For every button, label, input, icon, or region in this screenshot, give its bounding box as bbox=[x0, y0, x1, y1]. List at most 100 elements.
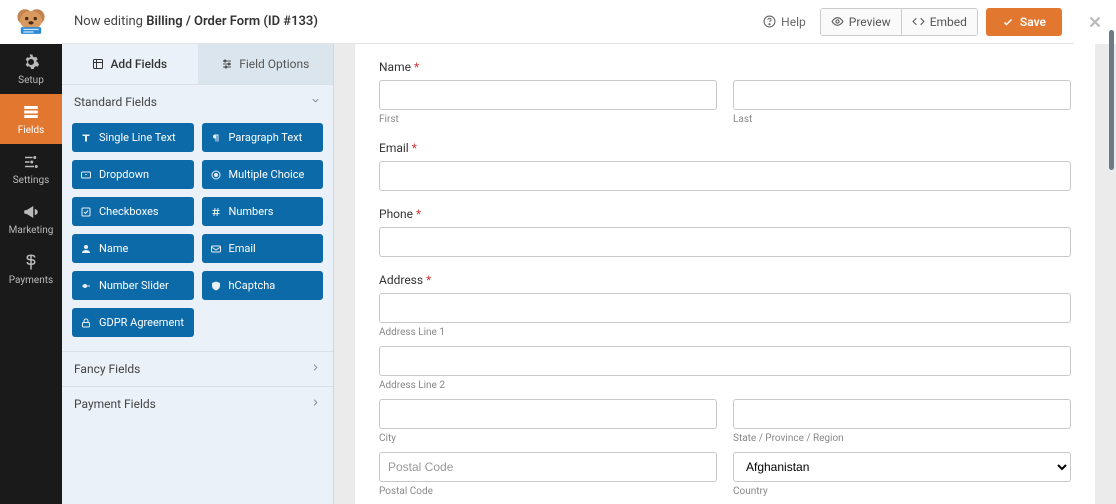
address-line2-input[interactable] bbox=[379, 346, 1071, 376]
preview-label: Preview bbox=[849, 15, 891, 29]
field-email[interactable]: Email bbox=[202, 234, 324, 263]
section-standard-fields[interactable]: Standard Fields bbox=[62, 84, 333, 119]
dollar-icon bbox=[22, 253, 40, 271]
main-area: Add Fields Field Options Standard Fields… bbox=[62, 44, 1116, 504]
help-link[interactable]: Help bbox=[757, 15, 812, 29]
dropdown-icon bbox=[80, 169, 92, 181]
city-input[interactable] bbox=[379, 399, 717, 429]
field-single-line-text[interactable]: Single Line Text bbox=[72, 123, 194, 152]
chevron-down-icon bbox=[310, 95, 321, 109]
close-button[interactable] bbox=[1086, 12, 1104, 36]
field-paragraph-text[interactable]: Paragraph Text bbox=[202, 123, 324, 152]
scrollbar-thumb[interactable] bbox=[1109, 30, 1114, 170]
page-title: Now editing Billing / Order Form (ID #13… bbox=[74, 14, 318, 29]
radio-icon bbox=[210, 169, 222, 181]
eye-icon bbox=[831, 15, 844, 28]
help-icon bbox=[763, 15, 776, 28]
nav-setup[interactable]: Setup bbox=[0, 44, 62, 94]
required-mark: * bbox=[416, 207, 421, 221]
nav-fields[interactable]: Fields bbox=[0, 94, 62, 144]
nav-settings[interactable]: Settings bbox=[0, 144, 62, 194]
field-multiple-choice[interactable]: Multiple Choice bbox=[202, 160, 324, 189]
field-name[interactable]: Name bbox=[72, 234, 194, 263]
email-input[interactable] bbox=[379, 161, 1071, 191]
section-fancy-fields[interactable]: Fancy Fields bbox=[62, 351, 333, 386]
address-label: Address * bbox=[379, 273, 1071, 287]
form-field-name[interactable]: Name * First Last bbox=[379, 60, 1071, 125]
left-nav: Setup Fields Settings Marketing Payments bbox=[0, 0, 62, 504]
lock-icon bbox=[80, 317, 92, 329]
form-field-email[interactable]: Email * bbox=[379, 141, 1071, 191]
paragraph-icon bbox=[210, 132, 222, 144]
name-label: Name * bbox=[379, 60, 1071, 74]
email-label: Email * bbox=[379, 141, 1071, 155]
postal-input[interactable] bbox=[379, 452, 717, 482]
add-fields-icon bbox=[92, 58, 104, 70]
text-icon bbox=[80, 132, 92, 144]
fields-panel: Add Fields Field Options Standard Fields… bbox=[62, 44, 334, 504]
required-mark: * bbox=[414, 60, 419, 74]
sliders-icon bbox=[22, 153, 40, 171]
close-icon bbox=[1086, 13, 1104, 31]
check-icon bbox=[1002, 16, 1014, 28]
field-dropdown[interactable]: Dropdown bbox=[72, 160, 194, 189]
city-sublabel: City bbox=[379, 433, 717, 444]
title-form-name: Billing / Order Form (ID #133) bbox=[146, 14, 318, 29]
chevron-right-icon bbox=[310, 397, 321, 411]
required-mark: * bbox=[426, 273, 431, 287]
addr2-sublabel: Address Line 2 bbox=[379, 380, 1071, 391]
nav-marketing-label: Marketing bbox=[9, 225, 54, 236]
save-label: Save bbox=[1020, 15, 1046, 29]
country-select[interactable]: Afghanistan bbox=[733, 452, 1071, 482]
first-sublabel: First bbox=[379, 114, 717, 125]
nav-setup-label: Setup bbox=[18, 75, 44, 86]
address-line1-input[interactable] bbox=[379, 293, 1071, 323]
nav-payments[interactable]: Payments bbox=[0, 244, 62, 294]
mail-icon bbox=[210, 243, 222, 255]
region-sublabel: State / Province / Region bbox=[733, 433, 1071, 444]
fields-icon bbox=[22, 103, 40, 121]
phone-input[interactable] bbox=[379, 227, 1071, 257]
top-bar: Now editing Billing / Order Form (ID #13… bbox=[62, 0, 1074, 44]
help-label: Help bbox=[781, 15, 806, 29]
form-field-phone[interactable]: Phone * bbox=[379, 207, 1071, 257]
nav-marketing[interactable]: Marketing bbox=[0, 194, 62, 244]
last-name-input[interactable] bbox=[733, 80, 1071, 110]
region-input[interactable] bbox=[733, 399, 1071, 429]
standard-fields-grid: Single Line Text Paragraph Text Dropdown… bbox=[62, 119, 333, 351]
nav-fields-label: Fields bbox=[18, 125, 45, 136]
shield-icon bbox=[210, 280, 222, 292]
phone-label: Phone * bbox=[379, 207, 1071, 221]
megaphone-icon bbox=[22, 203, 40, 221]
nav-payments-label: Payments bbox=[9, 275, 53, 286]
field-numbers[interactable]: Numbers bbox=[202, 197, 324, 226]
embed-icon bbox=[912, 15, 925, 28]
section-payment-label: Payment Fields bbox=[74, 397, 156, 411]
first-name-input[interactable] bbox=[379, 80, 717, 110]
postal-sublabel: Postal Code bbox=[379, 486, 717, 497]
field-checkboxes[interactable]: Checkboxes bbox=[72, 197, 194, 226]
gear-icon bbox=[22, 53, 40, 71]
embed-button[interactable]: Embed bbox=[901, 9, 977, 35]
preview-button[interactable]: Preview bbox=[821, 9, 901, 35]
save-button[interactable]: Save bbox=[986, 8, 1062, 36]
checkbox-icon bbox=[80, 206, 92, 218]
addr1-sublabel: Address Line 1 bbox=[379, 327, 1071, 338]
tab-add-fields[interactable]: Add Fields bbox=[62, 44, 198, 84]
tab-field-options[interactable]: Field Options bbox=[198, 44, 334, 84]
app-logo bbox=[0, 0, 62, 44]
field-hcaptcha[interactable]: hCaptcha bbox=[202, 271, 324, 300]
last-sublabel: Last bbox=[733, 114, 1071, 125]
user-icon bbox=[80, 243, 92, 255]
tab-add-label: Add Fields bbox=[110, 57, 167, 71]
panel-tabs: Add Fields Field Options bbox=[62, 44, 333, 84]
form-canvas[interactable]: Name * First Last Email * bbox=[355, 44, 1095, 504]
title-prefix: Now editing bbox=[74, 14, 143, 29]
form-canvas-wrap: Name * First Last Email * bbox=[334, 44, 1116, 504]
hash-icon bbox=[210, 206, 222, 218]
field-gdpr[interactable]: GDPR Agreement bbox=[72, 308, 194, 337]
field-number-slider[interactable]: Number Slider bbox=[72, 271, 194, 300]
form-field-address[interactable]: Address * Address Line 1 Address Line 2 … bbox=[379, 273, 1071, 497]
section-payment-fields[interactable]: Payment Fields bbox=[62, 386, 333, 421]
preview-embed-group: Preview Embed bbox=[820, 8, 978, 36]
